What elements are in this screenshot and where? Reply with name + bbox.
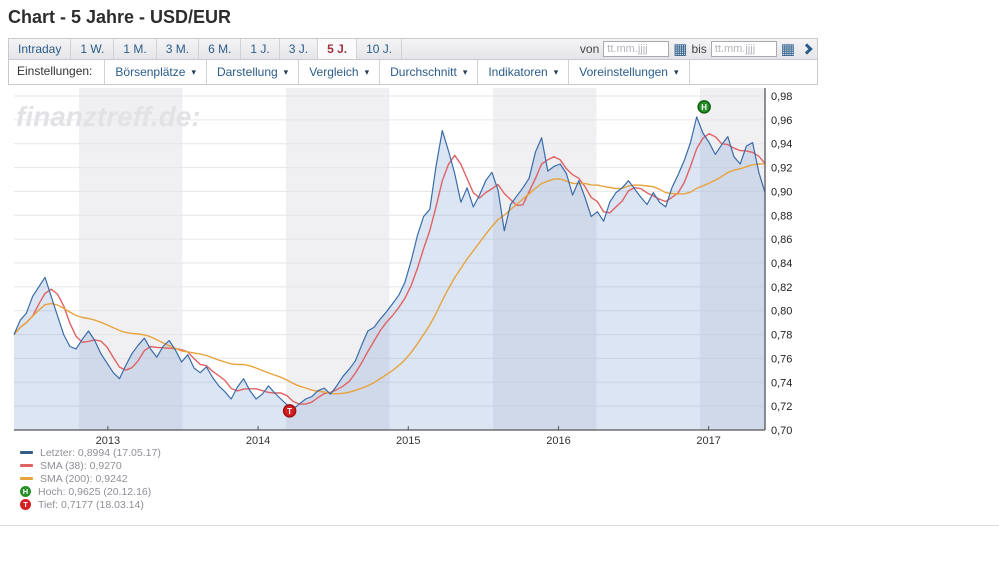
settings-row: Einstellungen: Börsenplätze ▾ Darstellung ▾… <box>8 60 818 85</box>
tab-10-j[interactable]: 10 J. <box>357 39 403 59</box>
tab-1-j[interactable]: 1 J. <box>241 39 280 59</box>
chevron-down-icon: ▾ <box>673 66 679 77</box>
chevron-down-icon: ▾ <box>283 66 289 77</box>
chevron-down-icon: ▾ <box>462 66 468 77</box>
legend-text: Hoch: 0,9625 (20.12.16) <box>38 485 152 498</box>
high-marker-letter: H <box>701 103 707 112</box>
calendar-icon[interactable]: ▦ <box>781 42 795 57</box>
x-tick-label: 2015 <box>396 435 420 447</box>
settings-label: Einstellungen: <box>17 64 93 78</box>
x-tick-label: 2016 <box>546 435 570 447</box>
chevron-down-icon: ▾ <box>553 66 559 77</box>
dropdown-darstellung[interactable]: Darstellung ▾ <box>205 60 298 84</box>
y-tick-label: 0,72 <box>771 401 792 413</box>
y-tick-label: 0,86 <box>771 234 792 246</box>
legend-badge-icon: H <box>20 486 31 497</box>
von-date-input[interactable] <box>603 41 670 57</box>
tab-5-j[interactable]: 5 J. <box>318 39 358 59</box>
y-tick-label: 0,96 <box>771 115 792 127</box>
y-tick-label: 0,70 <box>771 425 792 437</box>
dropdown-vergleich[interactable]: Vergleich ▾ <box>298 60 379 84</box>
legend-badge-icon: T <box>20 499 31 510</box>
watermark: finanztreff.de: <box>16 101 201 132</box>
legend-line-swatch <box>20 477 33 480</box>
tab-3-j[interactable]: 3 J. <box>280 39 319 59</box>
tab-3-m[interactable]: 3 M. <box>157 39 200 59</box>
tab-1-w[interactable]: 1 W. <box>71 39 115 59</box>
low-marker-letter: T <box>287 407 292 416</box>
range-tab-row: Intraday 1 W. 1 M. 3 M. 6 M. 1 J. 3 J. 5 J. 10 J… <box>8 38 818 60</box>
settings-dropdowns: Börsenplätze ▾ Darstellung ▾ Vergleich ▾ Durch… <box>104 60 690 84</box>
bottom-divider <box>0 525 999 526</box>
tab-intraday[interactable]: Intraday <box>9 39 72 59</box>
legend-line-swatch <box>20 451 33 454</box>
von-label: von <box>579 42 600 56</box>
y-tick-label: 0,74 <box>771 377 792 389</box>
page-title: Chart - 5 Jahre - USD/EUR <box>8 7 232 27</box>
legend-item-letzter: Letzter: 0,8994 (17.05.17) <box>20 446 161 459</box>
chart-toolbar: Intraday 1 W. 1 M. 3 M. 6 M. 1 J. 3 J. 5 J. 10 J… <box>8 38 818 85</box>
y-tick-label: 0,80 <box>771 306 792 318</box>
y-tick-label: 0,84 <box>771 258 792 270</box>
dropdown-indikatoren[interactable]: Indikatoren ▾ <box>477 60 568 84</box>
y-tick-label: 0,90 <box>771 186 792 198</box>
legend-item-sma-200: SMA (200): 0,9242 <box>20 472 161 485</box>
legend-item-hoch: H Hoch: 0,9625 (20.12.16) <box>20 485 161 498</box>
bis-label: bis <box>691 42 707 56</box>
y-tick-label: 0,98 <box>771 91 792 103</box>
y-tick-label: 0,92 <box>771 163 792 175</box>
dropdown-voreinstellungen[interactable]: Voreinstellungen ▾ <box>568 60 690 84</box>
bis-date-input[interactable] <box>710 41 777 57</box>
legend-text: Letzter: 0,8994 (17.05.17) <box>40 446 161 459</box>
calendar-icon[interactable]: ▦ <box>673 42 687 57</box>
range-tabs: Intraday 1 W. 1 M. 3 M. 6 M. 1 J. 3 J. 5 J. 10 J… <box>9 39 403 59</box>
legend-item-sma-38: SMA (38): 0,9270 <box>20 459 161 472</box>
chevron-down-icon: ▾ <box>364 66 370 77</box>
x-tick-label: 2017 <box>696 435 720 447</box>
apply-date-range-chevron-icon[interactable] <box>801 43 813 55</box>
y-tick-label: 0,76 <box>771 353 792 365</box>
dropdown-durchschnitt[interactable]: Durchschnitt ▾ <box>379 60 477 84</box>
y-tick-label: 0,78 <box>771 330 792 342</box>
y-tick-label: 0,94 <box>771 139 792 151</box>
x-tick-label: 2014 <box>246 435 270 447</box>
y-tick-label: 0,82 <box>771 282 792 294</box>
legend-item-tief: T Tief: 0,7177 (18.03.14) <box>20 498 161 511</box>
y-tick-label: 0,88 <box>771 210 792 222</box>
legend-line-swatch <box>20 464 33 467</box>
legend-text: SMA (38): 0,9270 <box>40 459 122 472</box>
tab-1-m[interactable]: 1 M. <box>114 39 157 59</box>
chart-legend: Letzter: 0,8994 (17.05.17) SMA (38): 0,92… <box>20 446 161 511</box>
dropdown-b-rsenpl-tze[interactable]: Börsenplätze ▾ <box>104 60 206 84</box>
legend-text: Tief: 0,7177 (18.03.14) <box>38 498 144 511</box>
chevron-down-icon: ▾ <box>191 66 196 77</box>
tab-6-m[interactable]: 6 M. <box>199 39 242 59</box>
legend-text: SMA (200): 0,9242 <box>40 472 128 485</box>
date-range-filter: von ▦ bis ▦ <box>580 39 817 59</box>
